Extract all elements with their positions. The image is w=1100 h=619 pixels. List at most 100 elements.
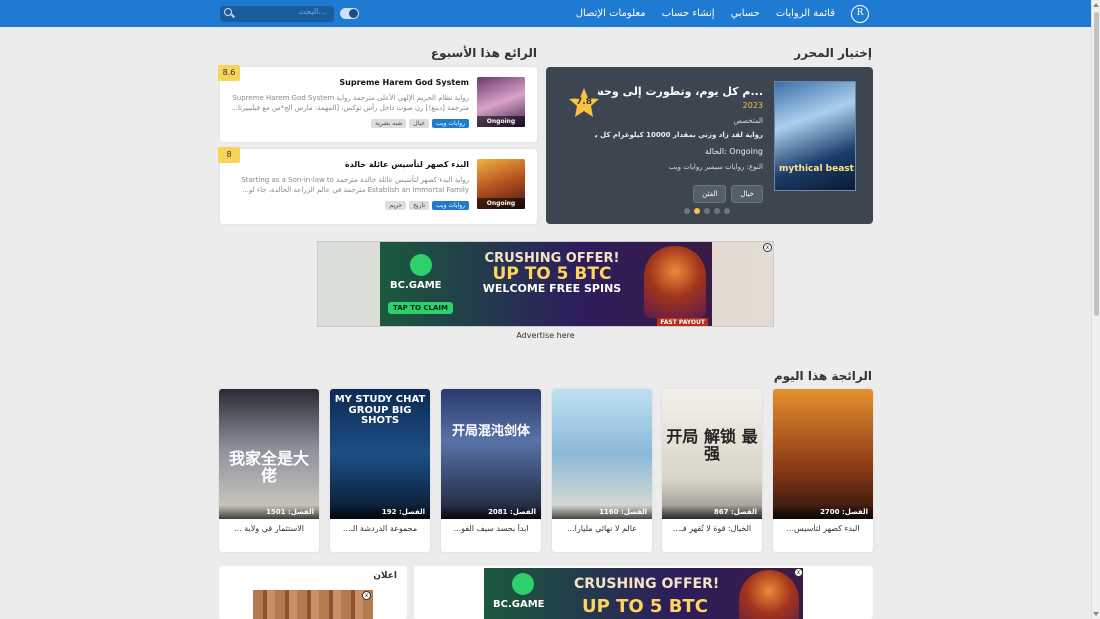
slider-dot[interactable] [724, 208, 730, 214]
trending-card[interactable]: 开局混沌剑体 الفصل: 2081 ابدأ بجسد سيف الفو... [441, 389, 541, 552]
ad-line-2: UP TO 5 BTC [582, 596, 708, 617]
score-badge: 8 [218, 147, 240, 163]
trending-card[interactable]: 我家全是大佬 الفصل: 1501 الاستثمار في ولاية ..… [219, 389, 319, 552]
cover-text: MY STUDY CHAT GROUP BIG SHOTS [334, 394, 426, 426]
weekly-heading: الرائع هذا الأسبوع [430, 46, 537, 60]
weekly-card[interactable]: Ongoing Supreme Harem God System رواية ن… [218, 65, 537, 142]
status-badge: Ongoing [477, 116, 525, 127]
search-input[interactable]: البحث... [220, 6, 334, 22]
trending-card[interactable]: 开局 解锁 最强 الفصل: 867 الخيال: قوة لا تُقهر… [662, 389, 762, 552]
weekly-card-thumbnail[interactable]: Ongoing [477, 159, 525, 209]
trending-cover[interactable]: MY STUDY CHAT GROUP BIG SHOTS [330, 389, 430, 519]
trending-cover[interactable] [552, 389, 652, 519]
cover-text: 开局 解锁 最强 [666, 427, 758, 463]
dark-mode-toggle[interactable] [340, 8, 359, 19]
advertise-here-link[interactable]: Advertise here [317, 331, 774, 340]
slider-year: 2023 [742, 101, 763, 110]
tag[interactable]: حريم [385, 201, 407, 210]
site-logo[interactable]: R [851, 5, 869, 23]
trending-card[interactable]: الفصل: 2700 البدء كصهر لتأسيس... [773, 389, 873, 552]
sidebar-ad-image[interactable] [253, 590, 373, 619]
weekly-card-desc: رواية نظام الحريم الإلهي الأعلى مترجمة ر… [231, 94, 469, 112]
brand-logo-icon [410, 254, 432, 276]
genre-chip[interactable]: الفئن [693, 185, 727, 203]
nav-link-contact[interactable]: معلومات الإتصال [576, 8, 646, 19]
weekly-card-tags: روايات ويب خيال شبه بشرية [371, 119, 469, 128]
trending-title[interactable]: مجموعة الدردشة الـ... [330, 524, 430, 533]
ad-line-3: WELCOME FREE SPINS [482, 282, 622, 296]
chapter-count: الفصل: 192 [330, 505, 430, 519]
tag[interactable]: روايات ويب [432, 119, 469, 128]
editor-pick-slider[interactable]: mythical beast ...م كل يوم، وتطورت إلى و… [546, 67, 873, 224]
chapter-count: الفصل: 867 [662, 505, 762, 519]
ad-banner[interactable]: BC.GAME TAP TO CLAIM CRUSHING OFFER! UP … [317, 241, 774, 327]
slider-rating: 7.8 [576, 97, 592, 107]
nav-link-novel-list[interactable]: قائمة الروايات [776, 8, 835, 19]
scroll-down-arrow-icon[interactable] [1093, 612, 1099, 616]
trending-title[interactable]: ابدأ بجسد سيف الفو... [441, 524, 541, 533]
search-placeholder: البحث... [298, 7, 326, 16]
page-scrollbar[interactable] [1091, 0, 1100, 619]
tag[interactable]: خيال [409, 119, 430, 128]
chapter-count: الفصل: 1160 [552, 505, 652, 519]
slider-title[interactable]: ...م كل يوم، وتطورت إلى وحش أسطوري [598, 85, 763, 98]
genre-chip[interactable]: خيال [731, 185, 763, 203]
ad-close-icon[interactable]: x [362, 591, 371, 600]
ad-brand-name: BC.GAME [390, 280, 442, 291]
brand-logo-icon [512, 573, 534, 595]
search-icon[interactable] [224, 8, 232, 16]
cover-text: 我家全是大佬 [228, 449, 309, 485]
ad-creative[interactable]: BC.GAME TAP TO CLAIM CRUSHING OFFER! UP … [380, 242, 712, 326]
trending-card[interactable]: الفصل: 1160 عالم لا نهائي مليارا... [552, 389, 652, 552]
tag[interactable]: روايات ويب [432, 201, 469, 210]
nav-link-register[interactable]: إنشاء حساب [662, 8, 715, 19]
weekly-card-tags: روايات ويب تاريخ حريم [385, 201, 469, 210]
nav-links: قائمة الروايات حسابي إنشاء حساب معلومات … [576, 0, 835, 27]
sidebar-ad-panel: اعلان x [219, 566, 407, 619]
ad-close-icon[interactable]: x [763, 243, 772, 252]
ad-creative[interactable]: BC.GAME CRUSHING OFFER! UP TO 5 BTC [484, 568, 803, 619]
slider-dot[interactable] [684, 208, 690, 214]
weekly-card-thumbnail[interactable]: Ongoing [477, 77, 525, 127]
trending-cover[interactable]: 我家全是大佬 [219, 389, 319, 519]
slider-dot[interactable] [704, 208, 710, 214]
scroll-up-arrow-icon[interactable] [1093, 3, 1099, 7]
slider-type: النوع: روايات سيمبر روايات ويب [668, 163, 763, 171]
trending-cover[interactable]: 开局 解锁 最强 [662, 389, 762, 519]
tag[interactable]: تاريخ [409, 201, 430, 210]
rating-star-icon: 7.8 [568, 87, 600, 119]
slider-dot-active[interactable] [694, 208, 700, 214]
ad-line-1: CRUSHING OFFER! [574, 576, 720, 592]
slider-pagination [684, 208, 730, 214]
cover-text: 开局混沌剑体 [451, 424, 530, 439]
trending-title[interactable]: الاستثمار في ولاية ... [219, 524, 319, 533]
status-badge: Ongoing [477, 198, 525, 209]
trending-title[interactable]: الخيال: قوة لا تُقهر فـ... [662, 524, 762, 533]
slider-description: رواية لقد زاد وزني بمقدار 10000 كيلوغرام… [595, 131, 763, 139]
trending-cover[interactable] [773, 389, 873, 519]
ad-claim-button[interactable]: TAP TO CLAIM [388, 302, 453, 314]
trending-card[interactable]: MY STUDY CHAT GROUP BIG SHOTS الفصل: 192… [330, 389, 430, 552]
slider-cover-image[interactable]: mythical beast [774, 81, 856, 191]
nav-link-my-account[interactable]: حسابي [731, 8, 760, 19]
weekly-card[interactable]: Ongoing البدء كصهر لتأسيس عائلة خالدة رو… [218, 147, 537, 224]
ad-brand-name: BC.GAME [493, 599, 545, 610]
trending-title[interactable]: عالم لا نهائي مليارا... [552, 524, 652, 533]
editor-pick-heading: إختيار المحرر [794, 46, 872, 60]
ad-close-icon[interactable]: x [794, 568, 803, 577]
ad-panel-label: اعلان [373, 571, 397, 581]
ad-mascot-image [644, 246, 706, 318]
weekly-card-title[interactable]: البدء كصهر لتأسيس عائلة خالدة [345, 160, 469, 169]
chapter-count: الفصل: 1501 [219, 505, 319, 519]
bottom-ad-banner[interactable]: BC.GAME CRUSHING OFFER! UP TO 5 BTC x [414, 566, 873, 619]
trending-cover[interactable]: 开局混沌剑体 [441, 389, 541, 519]
tag[interactable]: شبه بشرية [371, 119, 407, 128]
score-badge: 8.6 [218, 65, 240, 81]
chapter-count: الفصل: 2081 [441, 505, 541, 519]
scrollbar-thumb[interactable] [1094, 12, 1099, 316]
slider-dot[interactable] [714, 208, 720, 214]
weekly-card-title[interactable]: Supreme Harem God System [339, 78, 469, 87]
trending-title[interactable]: البدء كصهر لتأسيس... [773, 524, 873, 533]
ad-headline: CRUSHING OFFER! UP TO 5 BTC WELCOME FREE… [472, 252, 632, 295]
weekly-card-desc: رواية البدء كصهر لتأسيس عائلة خالدة مترج… [241, 176, 469, 194]
